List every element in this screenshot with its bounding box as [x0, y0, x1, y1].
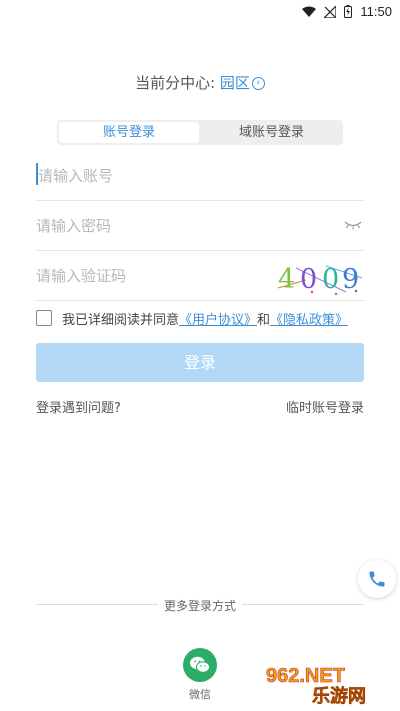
captcha-input[interactable]: 请输入验证码: [36, 265, 126, 286]
signal-off-icon: [324, 5, 337, 18]
current-center[interactable]: 当前分中心: 园区 ›: [0, 72, 400, 93]
privacy-policy-link[interactable]: 《隐私政策》: [270, 313, 348, 328]
captcha-field[interactable]: 请输入验证码 4 0 0 9: [36, 250, 364, 301]
phone-support-button[interactable]: [358, 560, 396, 598]
agreement-text: 我已详细阅读并同意《用户协议》和《隐私政策》: [62, 309, 348, 328]
user-agreement-link[interactable]: 《用户协议》: [179, 313, 257, 328]
wechat-icon: [190, 656, 210, 673]
agreement-row: 我已详细阅读并同意《用户协议》和《隐私政策》: [36, 309, 366, 329]
captcha-char-3: 0: [322, 264, 339, 295]
wifi-icon: [302, 6, 317, 17]
password-field[interactable]: 请输入密码: [36, 200, 364, 251]
agreement-and: 和: [257, 313, 271, 328]
agreement-prefix: 我已详细阅读并同意: [62, 313, 180, 328]
current-center-label: 当前分中心:: [135, 74, 216, 92]
wechat-login-button[interactable]: [183, 648, 217, 682]
site-watermark-logo: 962.NET 乐游网: [266, 665, 367, 706]
captcha-char-4: 9: [342, 264, 359, 295]
captcha-char-1: 4: [278, 264, 295, 295]
chevron-right-circle-icon[interactable]: ›: [251, 77, 265, 90]
login-problem-link[interactable]: 登录遇到问题?: [36, 397, 121, 416]
login-button[interactable]: 登录: [36, 343, 364, 382]
current-center-value[interactable]: 园区: [220, 74, 250, 92]
captcha-image[interactable]: 4 0 0 9: [276, 258, 364, 296]
temp-account-login-link[interactable]: 临时账号登录: [286, 397, 364, 416]
watermark-top-text: 962.NET: [266, 665, 345, 687]
password-input[interactable]: 请输入密码: [36, 215, 111, 236]
status-bar: 11:50: [0, 0, 400, 24]
more-login-label: 更多登录方式: [163, 599, 236, 613]
tab-account-login[interactable]: 账号登录: [59, 122, 199, 143]
status-time: 11:50: [360, 4, 392, 19]
battery-icon: [344, 5, 353, 18]
tab-domain-login[interactable]: 域账号登录: [202, 122, 341, 143]
phone-icon: [369, 571, 385, 587]
account-field[interactable]: 请输入账号: [36, 150, 364, 201]
login-tabs: 账号登录 域账号登录: [57, 120, 343, 145]
captcha-char-2: 0: [300, 264, 317, 295]
eye-closed-icon[interactable]: [344, 220, 362, 230]
agreement-checkbox[interactable]: [36, 310, 52, 326]
watermark-bottom-text: 乐游网: [312, 685, 366, 706]
account-input[interactable]: 请输入账号: [38, 165, 113, 186]
